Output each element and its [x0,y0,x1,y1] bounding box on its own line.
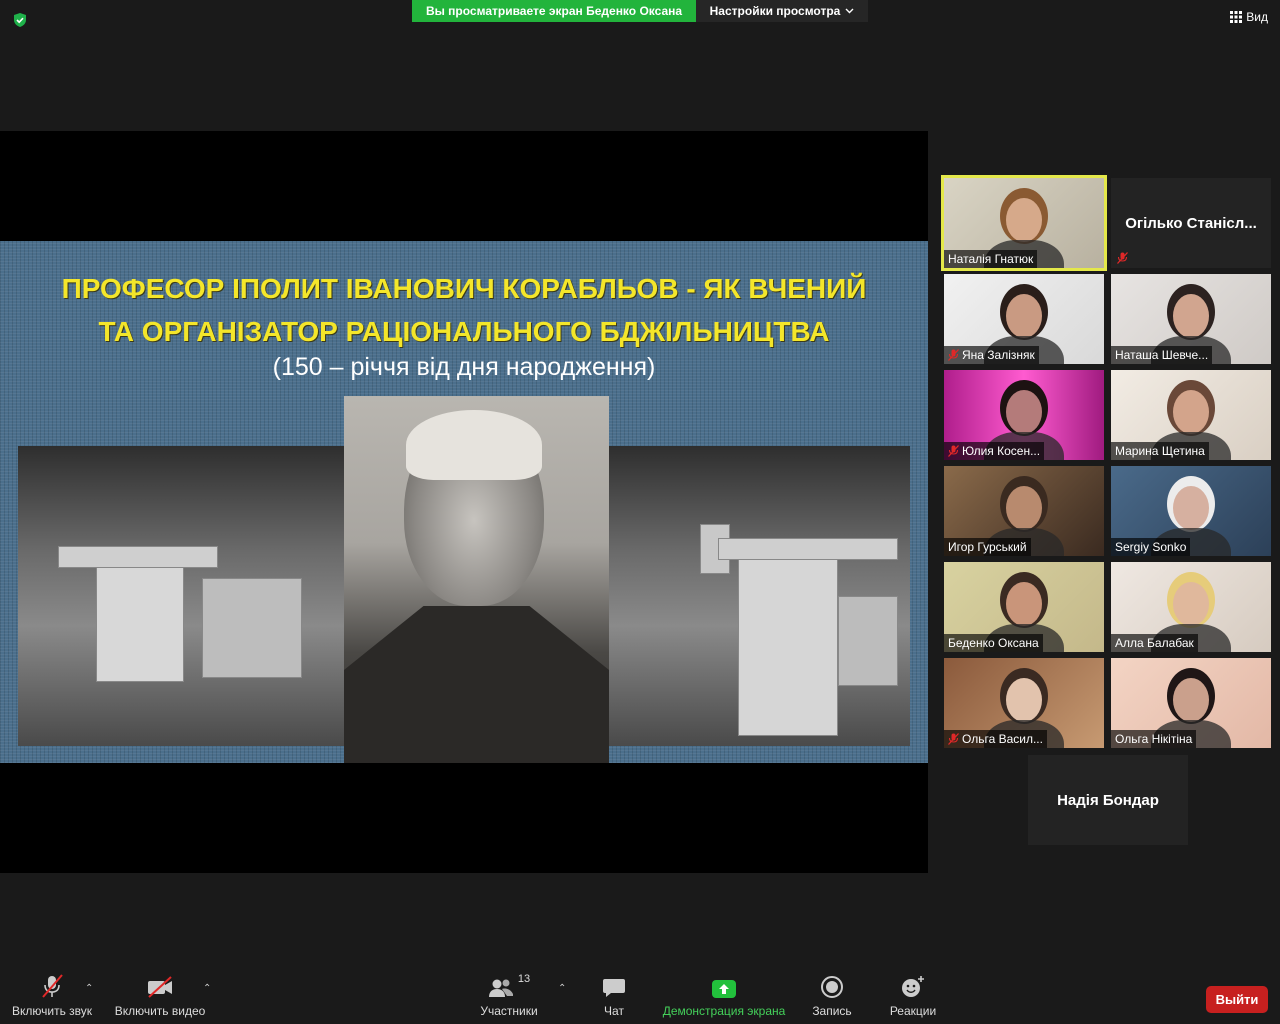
participant-name: Sergiy Sonko [1115,540,1187,554]
participant-name-label: Ольга Нікітіна [1111,730,1197,748]
apiary-photo-right [608,446,910,746]
participant-name-label: Алла Балабак [1111,634,1198,652]
record-label: Запись [812,1004,852,1018]
unmute-label: Включить звук [11,1004,93,1018]
participant-name: Юлия Косен... [962,444,1041,458]
meeting-toolbar: Включить звук ⌃ Включить видео ⌃ 13 Учас… [0,970,1280,1024]
record-button[interactable]: Запись [808,973,856,1018]
participant-name: Марина Щетина [1115,444,1205,458]
participant-name-label: Игор Гурський [944,538,1031,556]
reactions-button[interactable]: Реакции [886,973,940,1018]
chevron-down-icon [845,8,854,14]
participant-name-label: Марина Щетина [1111,442,1209,460]
share-screen-label: Демонстрация экрана [662,1004,786,1018]
reaction-smiley-icon [902,976,924,997]
participants-icon [488,979,513,997]
chat-button[interactable]: Чат [594,973,634,1018]
participant-name: Ольга Нікітіна [1115,732,1193,746]
participant-tile[interactable]: Ольга Нікітіна [1111,658,1271,748]
slide-title: ПРОФЕСОР ІПОЛИТ ІВАНОВИЧ КОРАБЛЬОВ - ЯК … [0,267,928,353]
security-shield-icon[interactable] [12,12,28,28]
participant-name: Огілько Станісл... [1125,214,1257,232]
participant-name: Алла Балабак [1115,636,1194,650]
participant-name-label: Ольга Васил... [944,730,1047,748]
video-options-caret-icon[interactable]: ⌃ [203,983,211,994]
professor-portrait-photo [344,396,609,763]
shared-screen[interactable]: ПРОФЕСОР ІПОЛИТ ІВАНОВИЧ КОРАБЛЬОВ - ЯК … [0,131,928,873]
muted-mic-icon [948,349,959,361]
muted-mic-icon [1117,252,1128,264]
participant-name-label: Беденко Оксана [944,634,1043,652]
chat-bubble-icon [603,979,625,997]
view-settings-button[interactable]: Настройки просмотра [696,0,868,22]
view-label: Вид [1246,10,1268,24]
unmute-button[interactable]: Включить звук [10,973,94,1018]
share-screen-icon [712,980,736,998]
participants-label: Участники [480,1004,538,1018]
view-button[interactable]: Вид [1230,10,1268,24]
zoom-meeting-window: Вы просматриваете экран Беденко Оксана Н… [0,0,1280,1024]
participant-tile[interactable]: Яна Залізняк [944,274,1104,364]
participant-tile[interactable]: Надія Бондар [1028,755,1188,845]
slide-title-line-1: ПРОФЕСОР ІПОЛИТ ІВАНОВИЧ КОРАБЛЬОВ - ЯК … [61,273,867,304]
participants-count: 13 [517,973,531,985]
participant-tile[interactable]: Ольга Васил... [944,658,1104,748]
participant-tile[interactable]: Юлия Косен... [944,370,1104,460]
participant-name: Надія Бондар [1057,791,1159,809]
viewing-screen-label: Вы просматриваете экран Беденко Оксана [412,0,696,22]
participant-name: Наталія Гнатюк [948,252,1034,266]
grid-view-icon [1230,11,1243,23]
muted-mic-icon [948,445,959,457]
microphone-muted-icon [42,974,63,998]
audio-options-caret-icon[interactable]: ⌃ [85,983,93,994]
participant-name-label: Юлия Косен... [944,442,1045,460]
participant-name-label: Наталія Гнатюк [944,250,1038,268]
participants-button[interactable]: 13 Участники [474,973,544,1018]
start-video-label: Включить видео [114,1004,206,1018]
participant-tile[interactable]: Огілько Станісл... [1111,178,1271,268]
slide-title-line-2: ТА ОРГАНІЗАТОР РАЦІОНАЛЬНОГО БДЖІЛЬНИЦТВ… [98,316,830,347]
participant-tile[interactable]: Игор Гурський [944,466,1104,556]
participant-tile[interactable]: Алла Балабак [1111,562,1271,652]
participant-name: Наташа Шевче... [1115,348,1209,362]
muted-mic-icon [948,733,959,745]
participant-name: Яна Залізняк [962,348,1035,362]
participant-tile[interactable]: Беденко Оксана [944,562,1104,652]
apiary-photo-left [18,446,346,746]
reactions-label: Реакции [889,1004,937,1018]
record-icon [821,976,843,998]
view-settings-label: Настройки просмотра [709,4,841,18]
participant-name: Беденко Оксана [948,636,1039,650]
participant-name-label: Наташа Шевче... [1111,346,1213,364]
share-screen-button[interactable]: Демонстрация экрана [660,973,788,1018]
participant-name-label: Яна Залізняк [944,346,1039,364]
participant-tile[interactable]: Марина Щетина [1111,370,1271,460]
participant-tile[interactable]: Sergiy Sonko [1111,466,1271,556]
chat-label: Чат [604,1004,624,1018]
participant-name-label: Sergiy Sonko [1111,538,1191,556]
slide-subtitle: (150 – річчя від дня народження) [272,353,656,381]
participant-tile[interactable]: Наташа Шевче... [1111,274,1271,364]
presentation-slide: ПРОФЕСОР ІПОЛИТ ІВАНОВИЧ КОРАБЛЬОВ - ЯК … [0,241,928,763]
participant-name: Игор Гурський [948,540,1027,554]
start-video-button[interactable]: Включить видео [112,973,208,1018]
screen-share-banner: Вы просматриваете экран Беденко Оксана Н… [412,0,868,22]
participant-name: Ольга Васил... [962,732,1043,746]
participant-tile[interactable]: Наталія Гнатюк [941,175,1107,271]
camera-off-icon [148,976,172,998]
participants-options-caret-icon[interactable]: ⌃ [558,983,566,994]
leave-meeting-button[interactable]: Выйти [1206,986,1268,1013]
